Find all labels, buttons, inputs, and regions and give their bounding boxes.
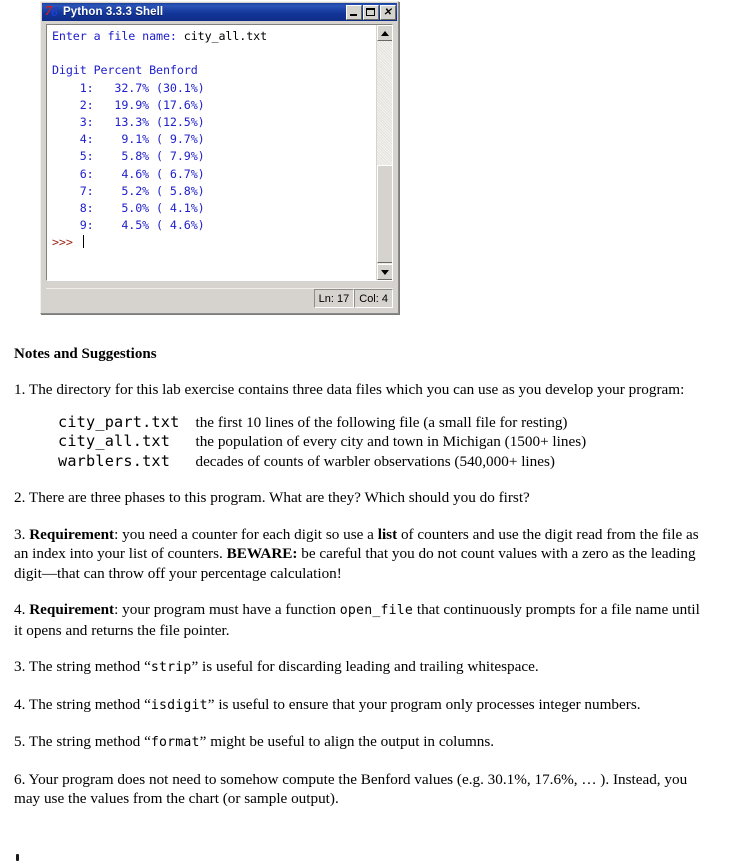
data-files-table: city_part.txt the first 10 lines of the … xyxy=(58,413,586,472)
maximize-button[interactable] xyxy=(363,4,379,20)
note-item-4-label: Requirement xyxy=(29,601,115,618)
scroll-down-button[interactable] xyxy=(377,264,392,280)
note-item-6: 4. The string method “isdigit” is useful… xyxy=(14,695,704,716)
window-titlebar[interactable]: 7 6 Python 3.3.3 Shell ✕ xyxy=(42,3,397,21)
shell-table-header: Digit Percent Benford xyxy=(52,63,198,78)
shell-user-input: city_all.txt xyxy=(183,29,268,43)
note-item-3-emphasis-list: list xyxy=(377,525,398,543)
window-controls: ✕ xyxy=(346,4,396,20)
note-item-3-text1: : you need a counter for each digit so u… xyxy=(114,525,378,543)
file-name-city-part: city_part.txt xyxy=(58,412,180,431)
clipped-next-item-glyph xyxy=(16,854,19,861)
shell-row-9: 9: 4.5% ( 4.6%) xyxy=(52,218,205,233)
file-desc-warblers: decades of counts of warbler observation… xyxy=(195,452,555,470)
file-desc-city-all: the population of every city and town in… xyxy=(195,433,587,450)
shell-row-7: 7: 5.2% ( 5.8%) xyxy=(52,183,205,198)
note-item-1-line2: program: xyxy=(628,381,685,398)
note-item-8: 6. Your program does not need to somehow… xyxy=(14,770,688,808)
note-item-5-method-name: strip xyxy=(150,660,192,675)
shell-transcript[interactable]: Enter a file name: city_all.txt Digit Pe… xyxy=(47,25,376,280)
note-item-6-pre: 4. The string method “ xyxy=(14,695,151,713)
note-item-1: 1. The directory for this lab exercise c… xyxy=(14,380,704,400)
note-item-1-line1: 1. The directory for this lab exercise c… xyxy=(14,381,625,398)
chevron-down-icon xyxy=(381,270,389,275)
note-item-7-pre: 5. The string method “ xyxy=(14,733,151,750)
chevron-up-icon xyxy=(381,31,389,36)
shell-input-prompt: >>> xyxy=(52,235,80,250)
shell-row-2: 2: 19.9% (17.6%) xyxy=(52,97,205,112)
status-line-number: Ln: 17 xyxy=(313,289,355,308)
window-title: Python 3.3.3 Shell xyxy=(63,6,164,18)
scroll-up-button[interactable] xyxy=(377,25,392,41)
vertical-scrollbar[interactable] xyxy=(376,25,392,280)
note-item-3-number: 3. xyxy=(14,525,30,543)
shell-output-area[interactable]: Enter a file name: city_all.txt Digit Pe… xyxy=(46,24,393,281)
maximize-icon xyxy=(366,7,375,16)
table-row: city_part.txt the first 10 lines of the … xyxy=(58,413,586,433)
note-item-7: 5. The string method “format” might be u… xyxy=(14,732,704,753)
shell-row-4: 4: 9.1% ( 9.7%) xyxy=(52,132,205,147)
file-name-city-all: city_all.txt xyxy=(58,432,171,450)
close-icon: ✕ xyxy=(383,6,392,18)
python-logo-mark-blue: 6 xyxy=(51,5,58,20)
statusbar: Ln: 17 Col: 4 xyxy=(46,288,393,308)
file-desc-city-part: the first 10 lines of the following file… xyxy=(195,413,568,431)
note-item-5-pre: 3. The string method “ xyxy=(14,658,151,675)
note-item-6-method-name: isdigit xyxy=(150,697,208,713)
shell-row-5: 5: 5.8% ( 7.9%) xyxy=(52,149,205,164)
note-item-4-function-name: open_file xyxy=(339,603,414,618)
shell-row-1: 1: 32.7% (30.1%) xyxy=(52,80,205,95)
table-row: warblers.txt decades of counts of warble… xyxy=(58,452,586,472)
file-name-warblers: warblers.txt xyxy=(58,451,171,470)
handout-body: Notes and Suggestions 1. The directory f… xyxy=(14,346,704,826)
note-item-4: 4. Requirement: your program must have a… xyxy=(14,600,704,640)
note-item-3-beware: BEWARE: xyxy=(226,545,298,562)
shell-row-8: 8: 5.0% ( 4.1%) xyxy=(52,201,205,216)
shell-row-6: 6: 4.6% ( 6.7%) xyxy=(52,166,205,181)
python-shell-window[interactable]: 7 6 Python 3.3.3 Shell ✕ File Edit Shell… xyxy=(40,1,399,314)
text-caret xyxy=(82,235,84,249)
note-item-7-method-name: format xyxy=(150,735,200,750)
note-item-3-label: Requirement xyxy=(29,525,115,543)
minimize-icon xyxy=(350,13,357,16)
note-item-5: 3. The string method “strip” is useful f… xyxy=(14,657,704,678)
note-item-3: 3. Requirement: you need a counter for e… xyxy=(14,525,704,584)
note-item-2: 2. There are three phases to this progra… xyxy=(14,489,530,506)
note-item-7-post: ” might be useful to align the output in… xyxy=(199,733,495,750)
scrollbar-thumb[interactable] xyxy=(377,165,392,263)
minimize-button[interactable] xyxy=(346,4,362,20)
shell-prompt-text: Enter a file name: xyxy=(52,29,184,43)
note-item-4-number: 4. xyxy=(14,601,30,618)
note-item-6-post: ” is useful to ensure that your program … xyxy=(207,695,641,713)
note-item-4-text1: : your program must have a function xyxy=(114,601,340,618)
table-row: city_all.txt the population of every cit… xyxy=(58,432,586,452)
status-column-number: Col: 4 xyxy=(354,289,393,308)
shell-row-3: 3: 13.3% (12.5%) xyxy=(52,115,205,130)
close-button[interactable]: ✕ xyxy=(380,4,396,20)
python-logo-icon: 7 6 xyxy=(45,5,60,20)
note-item-5-post: ” is useful for discarding leading and t… xyxy=(191,658,539,675)
section-heading-notes: Notes and Suggestions xyxy=(14,346,157,362)
